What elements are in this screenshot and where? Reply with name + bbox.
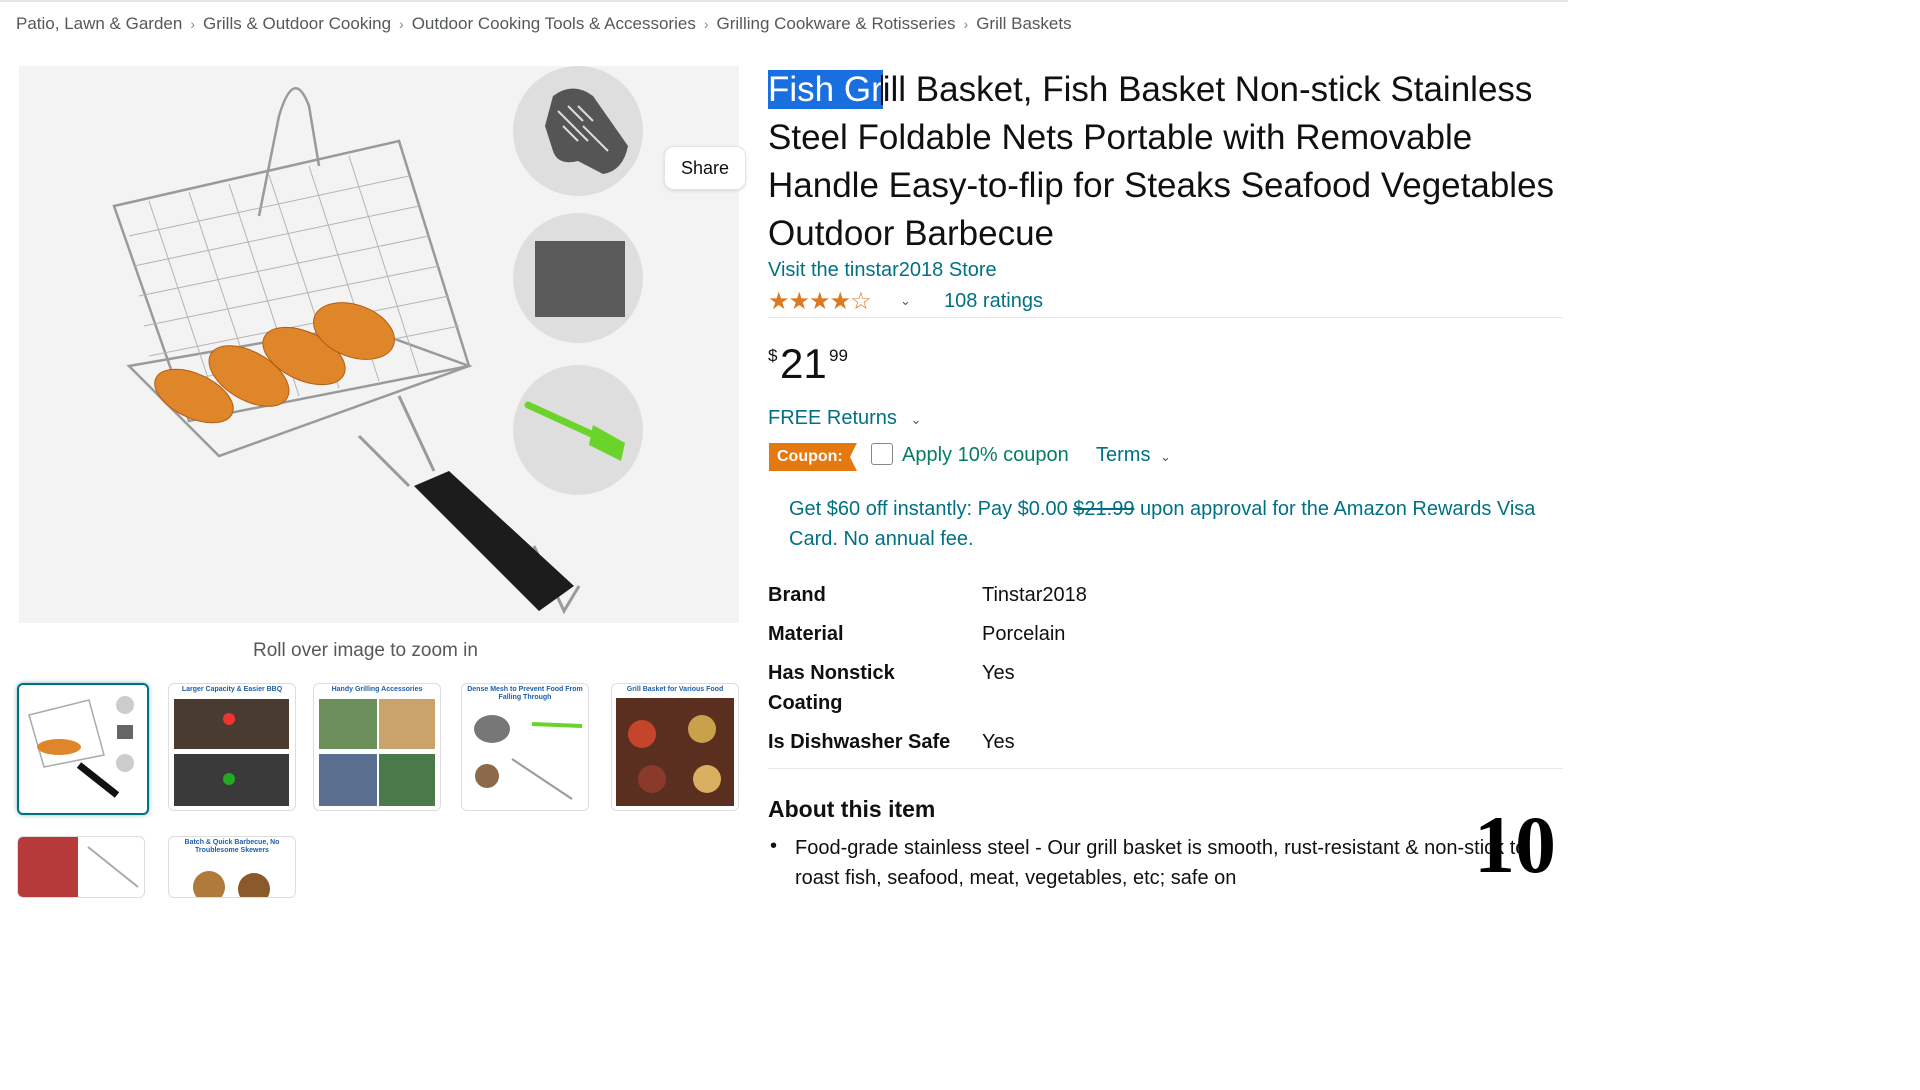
chevron-down-icon: ⌄: [1160, 449, 1171, 464]
spec-value-material: Porcelain: [982, 623, 1066, 645]
price-currency: $: [768, 346, 778, 365]
share-button[interactable]: Share: [664, 146, 746, 190]
main-product-image[interactable]: Share: [19, 66, 746, 623]
thumbnail-3[interactable]: Handy Grilling Accessories: [313, 683, 441, 811]
free-returns-link[interactable]: FREE Returns ⌄: [768, 407, 921, 430]
spec-value-brand: Tinstar2018: [982, 584, 1087, 606]
coupon-terms-link[interactable]: Terms ⌄: [1096, 444, 1171, 467]
apply-coupon-label[interactable]: Apply 10% coupon: [902, 444, 1069, 467]
price-whole: 21: [780, 340, 827, 387]
thumbnail-5[interactable]: Grill Basket for Various Food: [611, 683, 739, 811]
bullet-icon: •: [770, 835, 778, 857]
chicken-wings: [154, 302, 395, 424]
divider: [768, 317, 1563, 318]
grill-mat-accessory-image: [513, 213, 643, 343]
thumbnail-caption: Larger Capacity & Easier BBQ: [181, 686, 283, 693]
chevron-right-icon: ›: [190, 16, 195, 32]
spec-label-nonstick: Has Nonstick Coating: [768, 662, 895, 714]
rewards-strike-price: $21.99: [1073, 498, 1135, 520]
thumbnail-image: [174, 699, 289, 806]
coupon-badge: Coupon:: [769, 443, 857, 471]
breadcrumb-item-outdoor-cooking-tools[interactable]: Outdoor Cooking Tools & Accessories: [412, 14, 696, 33]
thumbnail-1[interactable]: [17, 683, 149, 815]
about-bullet: Food-grade stainless steel - Our grill b…: [795, 837, 1527, 889]
spec-label-material: Material: [768, 623, 844, 645]
star-empty-icon: ☆: [850, 288, 871, 315]
chevron-down-icon[interactable]: ⌄: [900, 293, 911, 309]
thumbnail-image: [474, 715, 583, 800]
zoom-hint: Roll over image to zoom in: [253, 640, 478, 661]
price-fraction: 99: [829, 346, 848, 365]
title-text: ill Basket, Fish Basket Non-stick Stainl…: [768, 70, 1555, 253]
thumbnail-caption: Dense Mesh to Prevent Food From Falling …: [467, 686, 583, 701]
page-number-overlay: 10: [1474, 799, 1556, 890]
basting-brush-accessory-image: [513, 365, 643, 495]
top-divider: [0, 0, 1568, 2]
apply-coupon-checkbox[interactable]: [871, 443, 893, 465]
grill-basket-thumbnail: [28, 696, 134, 798]
thumbnail-caption: Handy Grilling Accessories: [331, 686, 423, 693]
free-returns-label: FREE Returns: [768, 407, 897, 429]
breadcrumb-item-grills-outdoor-cooking[interactable]: Grills & Outdoor Cooking: [203, 14, 391, 33]
about-heading: About this item: [768, 796, 936, 822]
terms-label: Terms: [1096, 444, 1151, 466]
chevron-right-icon: ›: [963, 16, 969, 32]
spec-label-brand: Brand: [768, 584, 826, 606]
breadcrumb: Patio, Lawn & Garden › Grills & Outdoor Co…: [16, 14, 1072, 34]
breadcrumb-item-patio-lawn-garden[interactable]: Patio, Lawn & Garden: [16, 14, 182, 33]
thumbnail-image: [18, 837, 139, 897]
oven-mitt-icon: [545, 88, 628, 174]
thumbnail-image: [616, 698, 734, 806]
breadcrumb-item-grilling-cookware[interactable]: Grilling Cookware & Rotisseries: [717, 14, 956, 33]
basting-brush-icon: [524, 401, 625, 461]
thumbnail-7[interactable]: Batch & Quick Barbecue, No Troublesome S…: [168, 836, 296, 898]
thumbnail-caption: Grill Basket for Various Food: [626, 686, 724, 693]
star-half-icon: ★: [829, 288, 851, 315]
star-full-icon: ★: [788, 288, 810, 315]
breadcrumb-item-grill-baskets[interactable]: Grill Baskets: [976, 14, 1071, 33]
rewards-card-offer[interactable]: Get $60 off instantly: Pay $0.00 $21.99 …: [789, 494, 1559, 554]
store-link[interactable]: Visit the tinstar2018 Store: [768, 259, 997, 282]
rewards-prefix: Get $60 off instantly: Pay $0.00: [789, 498, 1074, 520]
grill-mat-icon: [535, 241, 625, 317]
thumbnail-6[interactable]: [17, 836, 145, 898]
chevron-down-icon: ⌄: [910, 412, 922, 427]
thumbnail-image: [319, 699, 435, 806]
thumbnail-4[interactable]: Dense Mesh to Prevent Food From Falling …: [461, 683, 589, 811]
selected-title-text[interactable]: Fish Gr: [768, 70, 883, 109]
oven-mitt-accessory-image: [513, 66, 643, 196]
star-full-icon: ★: [768, 288, 789, 315]
spec-value-nonstick: Yes: [982, 662, 1015, 684]
ratings-count-link[interactable]: 108 ratings: [944, 290, 1043, 313]
thumbnail-2[interactable]: Larger Capacity & Easier BBQ: [168, 683, 296, 811]
chevron-right-icon: ›: [399, 16, 404, 32]
thumbnail-caption: Batch & Quick Barbecue, No Troublesome S…: [184, 839, 280, 854]
star-rating[interactable]: ★★★★☆: [768, 287, 872, 316]
product-title: Fish Grill Basket, Fish Basket Non-stick…: [768, 66, 1558, 258]
spec-label-dishwasher: Is Dishwasher Safe: [768, 731, 951, 753]
star-full-icon: ★: [809, 288, 830, 315]
divider: [768, 768, 1563, 769]
chevron-right-icon: ›: [703, 16, 709, 32]
spec-value-dishwasher: Yes: [982, 731, 1015, 753]
